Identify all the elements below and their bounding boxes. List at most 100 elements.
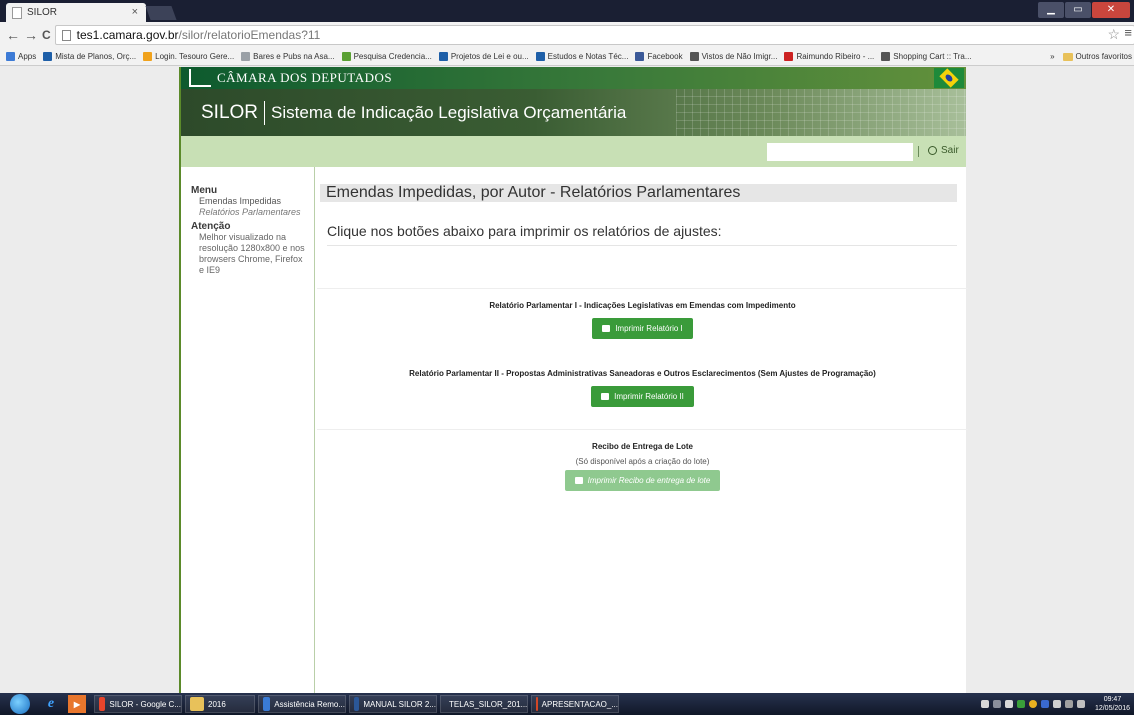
bookmark-label: Projetos de Lei e ou... bbox=[450, 52, 529, 61]
maximize-button[interactable]: ▭ bbox=[1065, 2, 1091, 18]
taskbar-task[interactable]: SILOR - Google C... bbox=[94, 695, 182, 713]
bookmark-label: Mista de Planos, Orç... bbox=[55, 52, 137, 61]
windows-taskbar: e ▶ SILOR - Google C... 2016 Assistência R… bbox=[0, 693, 1134, 715]
logout-button[interactable]: Sair bbox=[928, 145, 959, 156]
task-icon bbox=[99, 697, 106, 711]
bookmark-label: Pesquisa Credencia... bbox=[353, 52, 432, 61]
bookmark-icon bbox=[341, 52, 351, 61]
bookmark-item[interactable]: Mista de Planos, Orç... bbox=[43, 52, 136, 61]
sidebar-item-relatorios-parlamentares[interactable]: Relatórios Parlamentares bbox=[199, 207, 306, 218]
folder-icon bbox=[1062, 52, 1073, 61]
title-divider bbox=[264, 101, 266, 125]
taskbar-tasks: SILOR - Google C... 2016 Assistência Remo.… bbox=[94, 695, 622, 713]
bookmark-star-icon[interactable]: ☆ bbox=[1107, 26, 1120, 43]
bookmark-icon bbox=[241, 52, 251, 61]
browser-toolbar: ← → C tes1.camara.gov.br/silor/relatorio… bbox=[0, 22, 1134, 48]
forward-button[interactable]: → bbox=[24, 27, 38, 43]
shield-icon bbox=[980, 700, 989, 708]
address-bar[interactable]: tes1.camara.gov.br/silor/relatorioEmenda… bbox=[54, 25, 1134, 45]
task-label: 2016 bbox=[208, 699, 226, 709]
clock[interactable]: 09:47 12/05/2016 bbox=[1095, 695, 1130, 713]
print-report-1-button[interactable]: Imprimir Relatório I bbox=[592, 318, 693, 339]
page-viewport: CÂMARA DOS DEPUTADOS SILOR Sistema de In… bbox=[0, 67, 1134, 693]
report-2-title: Relatório Parlamentar II - Propostas Adm… bbox=[409, 369, 876, 378]
page-icon bbox=[12, 6, 22, 19]
bookmark-icon bbox=[689, 52, 699, 61]
taskbar-task[interactable]: TELAS_SILOR_201... bbox=[440, 695, 528, 713]
bookmark-item[interactable]: Login. Tesouro Gere... bbox=[143, 52, 234, 61]
bookmarks-bar: Apps Mista de Planos, Orç... Login. Tesour… bbox=[0, 48, 1134, 66]
browser-tabstrip: SILOR × ▁ ▭ ✕ bbox=[0, 0, 1134, 22]
media-player-icon[interactable]: ▶ bbox=[68, 695, 86, 713]
bookmark-icon bbox=[438, 52, 448, 61]
sidebar: Menu Emendas Impedidas Relatórios Parlam… bbox=[181, 167, 315, 693]
banner-mosaic bbox=[676, 89, 966, 136]
camara-title[interactable]: CÂMARA DOS DEPUTADOS bbox=[217, 70, 392, 86]
bookmark-item[interactable]: Projetos de Lei e ou... bbox=[438, 52, 529, 61]
attention-text: Melhor visualizado na resolução 1280x800… bbox=[199, 232, 305, 275]
volume-icon[interactable] bbox=[1076, 700, 1085, 708]
taskbar-task[interactable]: Assistência Remo... bbox=[258, 695, 346, 713]
bookmark-item[interactable]: Raimundo Ribeiro - ... bbox=[784, 52, 874, 61]
bookmark-label: Facebook bbox=[647, 52, 683, 61]
start-button[interactable] bbox=[10, 694, 30, 714]
intro-text: Clique nos botões abaixo para imprimir o… bbox=[327, 223, 957, 246]
bookmark-item[interactable]: Estudos e Notas Téc... bbox=[535, 52, 629, 61]
display-icon bbox=[1064, 700, 1073, 708]
app-icon bbox=[1040, 700, 1049, 708]
attention-title: Atenção bbox=[191, 221, 231, 232]
taskbar-task[interactable]: 2016 bbox=[185, 695, 255, 713]
bookmark-label: Login. Tesouro Gere... bbox=[155, 52, 235, 61]
bookmark-label: Vistos de Não Imigr... bbox=[701, 52, 778, 61]
bookmark-item[interactable]: Bares e Pubs na Asa... bbox=[241, 52, 335, 61]
printer-icon bbox=[574, 477, 583, 484]
bookmark-item[interactable]: Shopping Cart :: Tra... bbox=[881, 52, 972, 61]
receipt-title: Recibo de Entrega de Lote bbox=[592, 442, 693, 451]
bookmark-icon bbox=[43, 52, 53, 61]
refresh-icon bbox=[992, 700, 1001, 708]
receipt-section: Recibo de Entrega de Lote (Só disponível… bbox=[317, 429, 968, 509]
taskbar-task[interactable]: MANUAL SILOR 2... bbox=[349, 695, 437, 713]
bookmark-label: Estudos e Notas Téc... bbox=[547, 52, 629, 61]
close-window-button[interactable]: ✕ bbox=[1092, 2, 1130, 18]
minimize-button[interactable]: ▁ bbox=[1038, 2, 1064, 18]
print-receipt-button[interactable]: Imprimir Recibo de entrega de lote bbox=[564, 470, 721, 491]
bookmark-item[interactable]: Pesquisa Credencia... bbox=[341, 52, 432, 61]
sidebar-item-emendas-impedidas[interactable]: Emendas Impedidas bbox=[199, 196, 306, 207]
flag-icon bbox=[1052, 700, 1061, 708]
camara-logo-icon bbox=[189, 69, 211, 87]
menu-title: Menu bbox=[191, 185, 218, 196]
back-button[interactable]: ← bbox=[6, 27, 20, 43]
camara-header-bar: CÂMARA DOS DEPUTADOS bbox=[181, 67, 966, 89]
print-report-2-button[interactable]: Imprimir Relatório II bbox=[591, 386, 694, 407]
printer-icon bbox=[601, 393, 610, 400]
other-bookmarks[interactable]: » Outros favoritos bbox=[1050, 52, 1132, 61]
task-label: Assistência Remo... bbox=[274, 699, 345, 709]
bookmark-item[interactable]: Facebook bbox=[635, 52, 683, 61]
task-icon bbox=[536, 697, 538, 711]
user-divider bbox=[918, 146, 919, 157]
new-tab-button[interactable] bbox=[145, 6, 177, 20]
page-icon bbox=[61, 29, 71, 41]
bookmark-item[interactable]: Apps bbox=[6, 52, 36, 61]
taskbar-task[interactable]: APRESENTACAO_... bbox=[531, 695, 619, 713]
silor-page: CÂMARA DOS DEPUTADOS SILOR Sistema de In… bbox=[179, 67, 968, 693]
other-bookmarks-label: Outros favoritos bbox=[1075, 52, 1132, 61]
more-bookmarks-label[interactable]: » bbox=[1050, 52, 1054, 61]
tab-close-icon[interactable]: × bbox=[132, 6, 138, 18]
system-tray: 09:47 12/05/2016 bbox=[980, 695, 1130, 713]
bookmark-icon bbox=[143, 52, 153, 61]
bookmark-item[interactable]: Vistos de Não Imigr... bbox=[689, 52, 778, 61]
browser-tab[interactable]: SILOR × bbox=[6, 3, 146, 22]
task-icon bbox=[354, 697, 360, 711]
bookmark-icon bbox=[881, 52, 891, 61]
printer-icon bbox=[602, 325, 611, 332]
reload-button[interactable]: C bbox=[42, 28, 51, 42]
url-path: /silor/relatorioEmendas?11 bbox=[178, 28, 321, 42]
bookmark-label: Raimundo Ribeiro - ... bbox=[796, 52, 875, 61]
logout-label: Sair bbox=[941, 145, 959, 156]
internet-explorer-icon[interactable]: e bbox=[42, 695, 60, 713]
task-label: SILOR - Google C... bbox=[109, 699, 181, 709]
receipt-note: (Só disponível após a criação do lote) bbox=[575, 457, 710, 466]
browser-menu-icon[interactable]: ≡ bbox=[1124, 25, 1132, 40]
